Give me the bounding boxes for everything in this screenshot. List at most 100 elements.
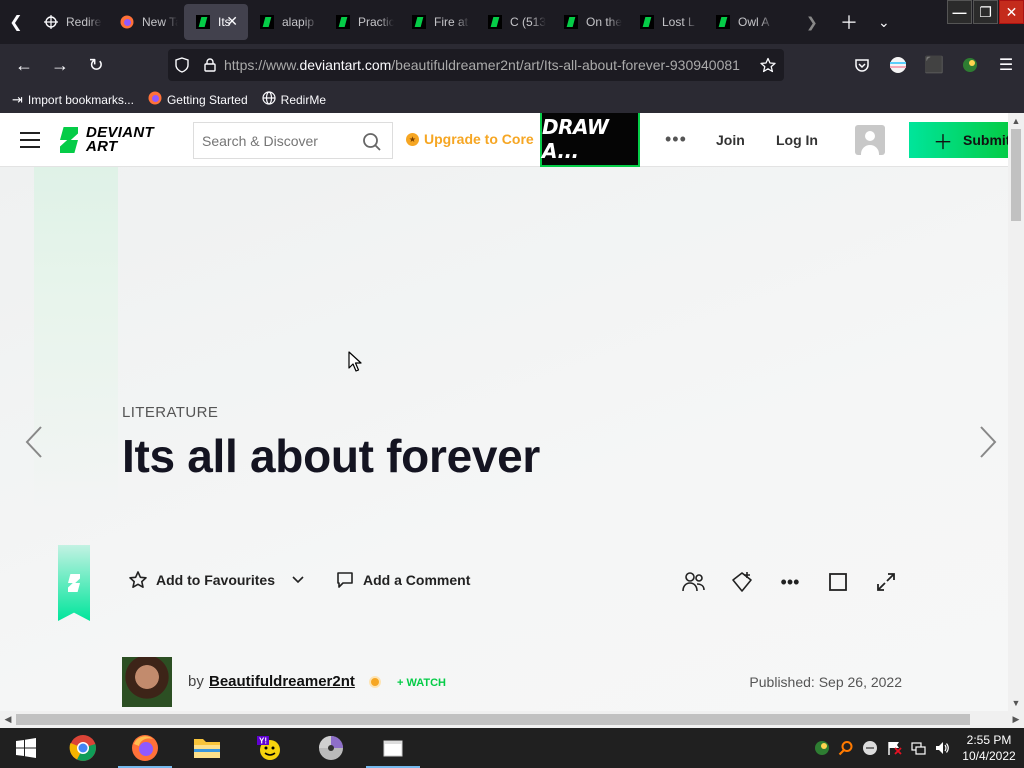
taskbar-firefox[interactable] <box>114 728 176 768</box>
previous-deviation-arrow-icon[interactable] <box>24 425 44 466</box>
bookmark-getting-started[interactable]: Getting Started <box>148 91 248 108</box>
next-deviation-arrow-icon[interactable] <box>978 425 998 466</box>
deviantart-icon <box>564 15 578 29</box>
tray-app-icon[interactable] <box>810 740 834 756</box>
toolbar-right: ⬛ ☰ <box>844 44 1024 86</box>
tray-messenger-icon[interactable] <box>858 740 882 756</box>
tab-scroll-left-button[interactable]: ❮ <box>0 0 32 44</box>
tray-flag-icon[interactable] <box>882 740 906 756</box>
taskbar-file-explorer[interactable] <box>176 728 238 768</box>
bookmark-star-icon[interactable] <box>754 57 782 73</box>
add-to-favourites-button[interactable]: Add to Favourites <box>128 570 275 590</box>
volume-icon[interactable] <box>930 740 954 756</box>
globe-icon <box>262 91 276 108</box>
more-actions-icon[interactable]: ••• <box>778 570 802 594</box>
scroll-up-arrow-icon[interactable]: ▲ <box>1008 113 1024 129</box>
tab-new-tab[interactable]: New Tab <box>108 4 184 40</box>
join-link[interactable]: Join <box>716 132 745 148</box>
decorative-gradient <box>34 167 118 507</box>
search-box[interactable] <box>193 122 393 159</box>
extension-green-icon[interactable] <box>952 57 988 73</box>
submit-button[interactable]: ＋ Submit <box>909 122 1008 158</box>
draw-a-thon-promo[interactable]: DRAW A... <box>540 113 640 167</box>
pocket-icon[interactable] <box>844 57 880 73</box>
search-icon[interactable] <box>362 132 382 157</box>
share-users-icon[interactable] <box>682 570 706 594</box>
tab-c513[interactable]: C (513 <box>476 4 552 40</box>
reload-button[interactable]: ↻ <box>78 47 114 83</box>
yahoo-messenger-icon: Y! <box>257 736 280 760</box>
tab-title: alapip <box>282 15 315 29</box>
fullscreen-icon[interactable] <box>874 570 898 594</box>
tab-redirect[interactable]: Redirect <box>32 4 108 40</box>
tab-lost[interactable]: Lost L <box>628 4 704 40</box>
chevron-down-icon[interactable] <box>291 575 305 585</box>
more-options-icon[interactable]: ••• <box>665 129 687 150</box>
tab-title: On the <box>586 15 622 29</box>
hamburger-menu-icon[interactable] <box>20 132 40 148</box>
tray-search-icon[interactable] <box>834 740 858 756</box>
add-comment-button[interactable]: Add a Comment <box>335 570 470 590</box>
vertical-scrollbar[interactable]: ▲ ▼ <box>1008 113 1024 711</box>
scroll-down-arrow-icon[interactable]: ▼ <box>1008 695 1024 711</box>
scroll-left-arrow-icon[interactable]: ◀ <box>0 711 16 728</box>
tab-title: Redirect <box>66 15 102 29</box>
deviantart-logo[interactable]: DEVIANT ART <box>60 125 154 154</box>
bookmark-import[interactable]: ⇥ Import bookmarks... <box>12 92 134 108</box>
lock-icon[interactable] <box>196 58 224 72</box>
author-name-link[interactable]: Beautifuldreamer2nt <box>209 673 355 690</box>
horizontal-scroll-thumb[interactable] <box>16 714 970 725</box>
tab-fire-at[interactable]: Fire at <box>400 4 476 40</box>
bookmark-redirme[interactable]: RedirMe <box>262 91 326 108</box>
firefox-icon <box>148 91 162 108</box>
chrome-icon <box>69 735 96 761</box>
tab-practice[interactable]: Practice <box>324 4 400 40</box>
taskbar-media-app[interactable] <box>300 728 362 768</box>
core-icon: ★ <box>406 132 419 146</box>
tab-owl[interactable]: Owl A <box>704 4 780 40</box>
svg-text:Y!: Y! <box>259 737 267 746</box>
extension-icon[interactable]: ⬛ <box>916 55 952 75</box>
forward-button[interactable]: → <box>42 47 78 83</box>
deviation-category[interactable]: LITERATURE <box>122 404 218 421</box>
tray-network-icon[interactable] <box>906 740 930 756</box>
minimize-button[interactable]: — <box>947 0 972 24</box>
badge-gift-icon[interactable] <box>730 570 754 594</box>
tab-active[interactable]: Its ✕ <box>184 4 248 40</box>
tab-on-the[interactable]: On the <box>552 4 628 40</box>
url-text[interactable]: https://www.deviantart.com/beautifuldrea… <box>224 57 740 73</box>
vertical-scroll-thumb[interactable] <box>1011 129 1021 221</box>
url-bar[interactable]: https://www.deviantart.com/beautifuldrea… <box>168 49 784 81</box>
import-icon: ⇥ <box>12 91 23 107</box>
menu-icon[interactable]: ☰ <box>988 55 1024 75</box>
start-button[interactable] <box>0 728 52 768</box>
theater-mode-icon[interactable] <box>826 570 850 594</box>
tab-scroll-right-button[interactable]: ❯ <box>806 0 818 44</box>
upgrade-to-core-link[interactable]: ★ Upgrade to Core <box>406 131 534 147</box>
taskbar-document-app[interactable] <box>362 728 424 768</box>
close-tab-icon[interactable]: ✕ <box>226 13 238 30</box>
search-input[interactable] <box>202 132 352 149</box>
tab-title: Practice <box>358 15 394 29</box>
deviantart-badge <box>58 545 90 621</box>
list-all-tabs-button[interactable]: ⌄ <box>878 0 890 44</box>
login-link[interactable]: Log In <box>776 132 818 148</box>
close-window-button[interactable]: ✕ <box>999 0 1024 24</box>
author-avatar[interactable] <box>122 657 172 707</box>
taskbar-yahoo-messenger[interactable]: Y! <box>238 728 300 768</box>
taskbar-chrome[interactable] <box>52 728 114 768</box>
watch-button[interactable]: + WATCH <box>397 677 446 689</box>
container-extension-icon[interactable] <box>880 56 916 74</box>
system-clock[interactable]: 2:55 PM 10/4/2022 <box>954 732 1024 764</box>
tab-alapip[interactable]: alapip <box>248 4 324 40</box>
maximize-button[interactable]: ❐ <box>973 0 998 24</box>
back-button[interactable]: ← <box>6 47 42 83</box>
scroll-right-arrow-icon[interactable]: ▶ <box>1008 711 1024 728</box>
navigation-toolbar: ← → ↻ https://www.deviantart.com/beautif… <box>0 44 1024 86</box>
window-controls: — ❐ ✕ <box>946 0 1024 24</box>
horizontal-scrollbar[interactable]: ◀ ▶ <box>0 711 1024 728</box>
avatar-placeholder[interactable] <box>855 125 885 155</box>
new-tab-button[interactable]: ＋ <box>840 0 858 44</box>
deviantart-icon <box>488 15 502 29</box>
shield-icon[interactable] <box>168 57 196 73</box>
